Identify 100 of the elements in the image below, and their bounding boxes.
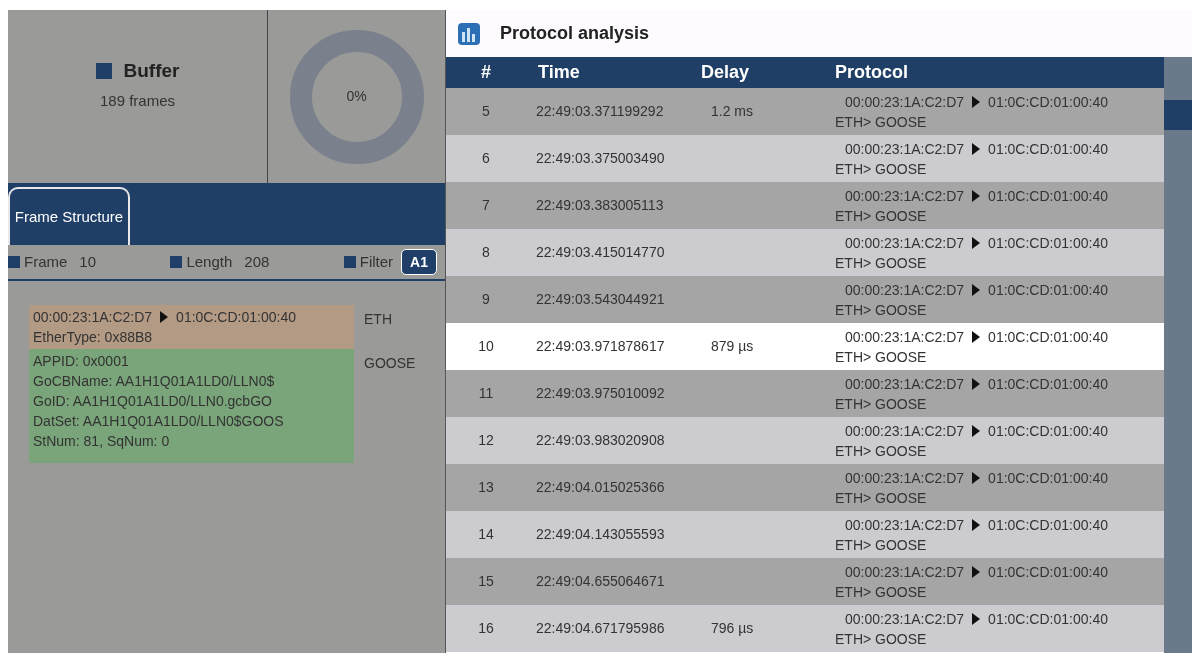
window-title: Protocol analysis xyxy=(500,22,650,45)
table-row[interactable]: 11 22:49:03.975010092 00:00:23:1A:C2:D7 01:0C:CD:01:00:40 ETH> GOOSE xyxy=(446,370,1164,417)
source-address: 00:00:23:1A:C2:D7 xyxy=(845,233,965,253)
destination-address: 01:0C:CD:01:00:40 xyxy=(988,515,1108,535)
field-line: GoID: AA1H1Q01A1LD0/LLN0.gcbGO xyxy=(33,392,273,411)
source-address: 00:00:23:1A:C2:D7 xyxy=(845,186,965,206)
destination-address: 01:0C:CD:01:00:40 xyxy=(176,308,296,327)
table-row[interactable]: 15 22:49:04.655064671 00:00:23:1A:C2:D7 01:0C:CD:01:00:40 ETH> GOOSE xyxy=(446,558,1164,605)
table-cell-text: 14 xyxy=(477,525,495,544)
gauge-percent: 0% xyxy=(346,87,367,106)
source-address: 00:00:23:1A:C2:D7 xyxy=(845,515,965,535)
table-cell-text: 5 xyxy=(481,102,491,121)
column-header: Protocol xyxy=(835,61,908,84)
table-row[interactable]: 7 22:49:03.383005113 00:00:23:1A:C2:D7 01:0C:CD:01:00:40 ETH> GOOSE xyxy=(446,182,1164,229)
table-row[interactable]: 8 22:49:03.415014770 00:00:23:1A:C2:D7 01:0C:CD:01:00:40 ETH> GOOSE xyxy=(446,229,1164,276)
protocol-path: ETH> GOOSE xyxy=(835,488,928,508)
scrollbar-thumb[interactable] xyxy=(1164,100,1192,130)
column-header: # xyxy=(480,61,492,84)
app-icon xyxy=(458,22,480,45)
destination-address: 01:0C:CD:01:00:40 xyxy=(988,562,1108,582)
square-icon xyxy=(343,256,356,268)
protocol-path: ETH> GOOSE xyxy=(835,347,928,367)
table-row[interactable]: 9 22:49:03.543044921 00:00:23:1A:C2:D7 01:0C:CD:01:00:40 ETH> GOOSE xyxy=(446,276,1164,323)
play-arrow-icon xyxy=(972,424,981,437)
square-icon xyxy=(95,63,112,80)
table-cell-text: 11 xyxy=(477,384,495,403)
play-arrow-icon xyxy=(972,518,981,531)
source-address: 00:00:23:1A:C2:D7 xyxy=(845,374,965,394)
play-arrow-icon xyxy=(972,236,981,249)
protocol-path: ETH> GOOSE xyxy=(835,535,928,555)
field-line: DatSet: AA1H1Q01A1LD0/LLN0$GOOS xyxy=(33,412,285,431)
table-row[interactable]: 13 22:49:04.015025366 00:00:23:1A:C2:D7 01:0C:CD:01:00:40 ETH> GOOSE xyxy=(446,464,1164,511)
table-cell-text: 22:49:04.655064671 xyxy=(535,572,666,591)
source-address: 00:00:23:1A:C2:D7 xyxy=(845,421,965,441)
destination-address: 01:0C:CD:01:00:40 xyxy=(988,92,1108,112)
filter-label: Filter xyxy=(359,251,394,272)
destination-address: 01:0C:CD:01:00:40 xyxy=(988,327,1108,347)
field-line: EtherType: 0x88B8 xyxy=(33,328,154,347)
table-cell-text: 8 xyxy=(481,243,491,262)
table-cell-text: 22:49:03.371199292 xyxy=(535,102,665,121)
source-address: 00:00:23:1A:C2:D7 xyxy=(845,609,965,629)
destination-address: 01:0C:CD:01:00:40 xyxy=(988,233,1108,253)
destination-address: 01:0C:CD:01:00:40 xyxy=(988,421,1108,441)
table-cell-text: 22:49:03.375003490 xyxy=(535,149,666,168)
table-cell-text: 22:49:03.543044921 xyxy=(535,290,666,309)
frame-label: Frame xyxy=(24,251,68,272)
table-cell-text: 22:49:04.015025366 xyxy=(535,478,666,497)
table-cell-text: 9 xyxy=(481,290,491,309)
table-cell-text: 10 xyxy=(477,337,495,356)
length-label: Length xyxy=(186,251,233,272)
play-arrow-icon xyxy=(160,311,169,323)
table-cell-text: 22:49:04.671795986 xyxy=(535,619,666,638)
play-arrow-icon xyxy=(972,330,981,343)
source-address: 00:00:23:1A:C2:D7 xyxy=(845,139,965,159)
table-cell-text: 15 xyxy=(477,572,495,591)
table-cell-text: 22:49:04.143055593 xyxy=(535,525,666,544)
square-icon xyxy=(8,256,20,268)
protocol-path: ETH> GOOSE xyxy=(835,394,928,414)
protocol-path: ETH> GOOSE xyxy=(835,253,928,273)
table-cell-text: 22:49:03.383005113 xyxy=(535,196,665,215)
source-address: 00:00:23:1A:C2:D7 xyxy=(845,327,965,347)
table-cell-text: 22:49:03.975010092 xyxy=(535,384,666,403)
play-arrow-icon xyxy=(972,377,981,390)
protocol-path: ETH> GOOSE xyxy=(835,112,928,132)
filter-button[interactable]: A1 xyxy=(401,249,437,275)
column-header: Time xyxy=(537,61,581,84)
destination-address: 01:0C:CD:01:00:40 xyxy=(988,139,1108,159)
table-cell-text: 13 xyxy=(477,478,495,497)
layer-name: ETH xyxy=(364,310,392,329)
table-row[interactable]: 6 22:49:03.375003490 00:00:23:1A:C2:D7 01:0C:CD:01:00:40 ETH> GOOSE xyxy=(446,135,1164,182)
play-arrow-icon xyxy=(972,95,981,108)
play-arrow-icon xyxy=(972,142,981,155)
table-cell-text: 879 µs xyxy=(711,337,754,356)
table-row[interactable]: 14 22:49:04.143055593 00:00:23:1A:C2:D7 01:0C:CD:01:00:40 ETH> GOOSE xyxy=(446,511,1164,558)
source-address: 00:00:23:1A:C2:D7 xyxy=(33,308,153,327)
buffer-title: Buffer xyxy=(123,59,180,83)
table-cell-text: 22:49:03.415014770 xyxy=(535,243,666,262)
source-address: 00:00:23:1A:C2:D7 xyxy=(845,562,965,582)
frame-value: 10 xyxy=(79,251,97,272)
protocol-path: ETH> GOOSE xyxy=(835,629,928,649)
protocol-path: ETH> GOOSE xyxy=(835,582,928,602)
destination-address: 01:0C:CD:01:00:40 xyxy=(988,468,1108,488)
field-line: APPID: 0x0001 xyxy=(33,352,130,371)
table-row[interactable]: 12 22:49:03.983020908 00:00:23:1A:C2:D7 01:0C:CD:01:00:40 ETH> GOOSE xyxy=(446,417,1164,464)
frame-structure-tab[interactable]: Frame Structure xyxy=(8,187,130,245)
source-address: 00:00:23:1A:C2:D7 xyxy=(845,468,965,488)
table-cell-text: 22:49:03.983020908 xyxy=(535,431,666,450)
frame-count: 189 frames xyxy=(99,90,175,111)
destination-address: 01:0C:CD:01:00:40 xyxy=(988,374,1108,394)
table-row[interactable]: 16 22:49:04.671795986 796 µs 00:00:23:1A:C2:D7 01:0C:CD:01:00:40 ETH> GOOSE xyxy=(446,605,1164,652)
destination-address: 01:0C:CD:01:00:40 xyxy=(988,609,1108,629)
table-cell-text: 7 xyxy=(481,196,491,215)
protocol-path: ETH> GOOSE xyxy=(835,441,928,461)
play-arrow-icon xyxy=(972,612,981,625)
field-line: GoCBName: AA1H1Q01A1LD0/LLN0$ xyxy=(33,372,276,391)
protocol-path: ETH> GOOSE xyxy=(835,206,928,226)
play-arrow-icon xyxy=(972,565,981,578)
play-arrow-icon xyxy=(972,189,981,202)
source-address: 00:00:23:1A:C2:D7 xyxy=(845,280,965,300)
table-row[interactable]: 5 22:49:03.371199292 1.2 ms 00:00:23:1A:C2:D7 01:0C:CD:01:00:40 ETH> GOOSE xyxy=(446,88,1164,135)
